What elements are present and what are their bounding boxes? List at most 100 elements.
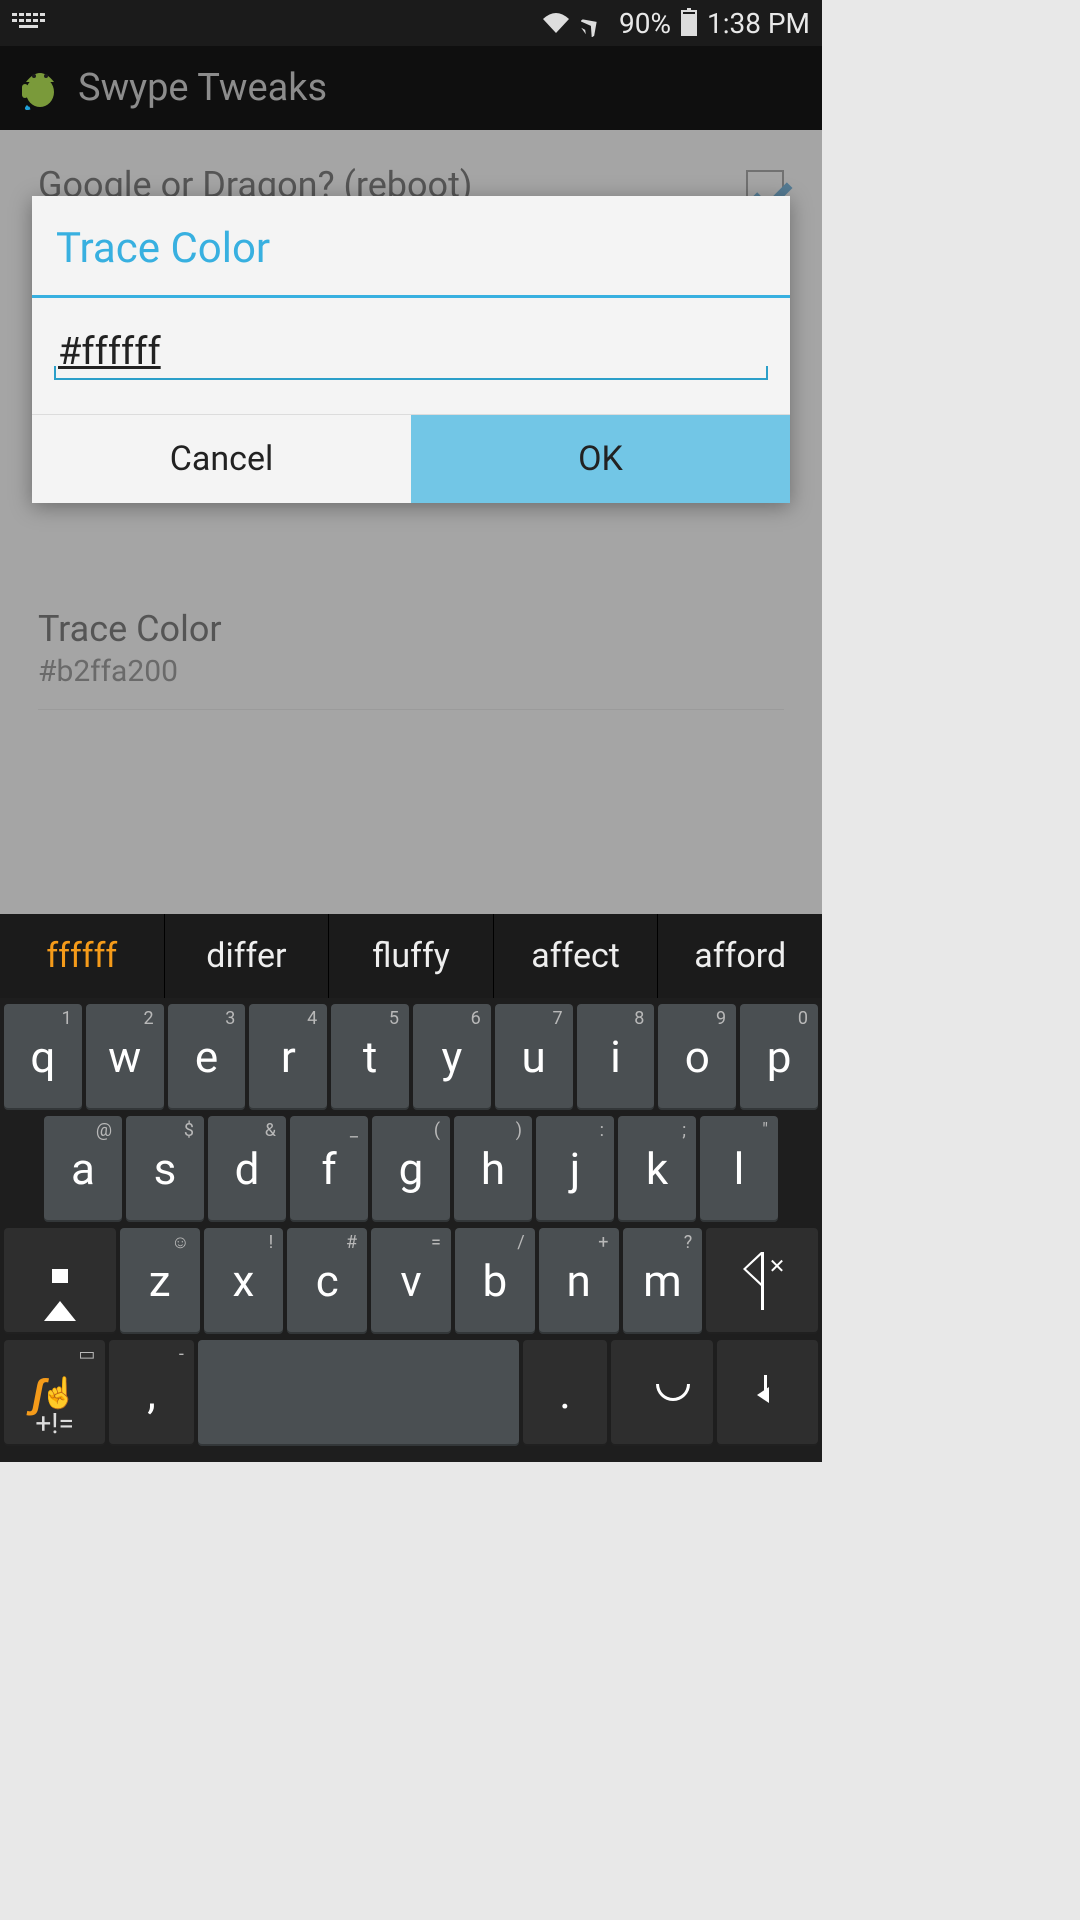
dialog-input-wrap: [54, 328, 768, 380]
battery-percent: 90%: [619, 7, 671, 40]
key-alt-label: ?: [684, 1232, 693, 1253]
key-alt-label: @: [96, 1120, 112, 1141]
key-label: e: [195, 1031, 218, 1083]
soft-keyboard: ffffff differ fluffy affect afford 1q2w3…: [0, 914, 822, 1462]
key-label: c: [316, 1255, 339, 1307]
key-label: b: [482, 1255, 507, 1307]
key-label: v: [400, 1255, 421, 1307]
key-alt-label: #: [346, 1232, 357, 1253]
period-key[interactable]: .: [523, 1340, 607, 1446]
swype-key[interactable]: ▭ ʃ☝ +!=: [4, 1340, 105, 1446]
key-label: y: [441, 1031, 462, 1083]
key-s[interactable]: $s: [126, 1116, 204, 1222]
key-alt-label: 9: [716, 1008, 726, 1029]
app-icon: [18, 62, 62, 114]
recent-apps-icon: ▭: [78, 1344, 95, 1365]
trace-color-dialog: Trace Color Cancel OK: [32, 196, 790, 503]
mic-key[interactable]: [611, 1340, 712, 1446]
key-q[interactable]: 1q: [4, 1004, 82, 1110]
key-l[interactable]: "l: [700, 1116, 778, 1222]
app-title: Swype Tweaks: [78, 66, 327, 110]
key-alt-label: ☺: [171, 1232, 189, 1253]
key-alt-label: (: [434, 1120, 440, 1141]
ok-button[interactable]: OK: [411, 415, 790, 503]
key-alt-label: 4: [307, 1008, 317, 1029]
color-input[interactable]: [58, 330, 764, 374]
comma-label: ,: [147, 1367, 156, 1419]
key-label: x: [233, 1255, 255, 1307]
keyboard-indicator-icon: [12, 13, 46, 33]
key-label: d: [235, 1143, 260, 1195]
suggestion-3[interactable]: affect: [494, 914, 659, 998]
key-alt-label: 8: [634, 1008, 644, 1029]
key-label: s: [154, 1143, 177, 1195]
key-alt-label: 6: [471, 1008, 481, 1029]
key-label: h: [481, 1143, 505, 1195]
key-w[interactable]: 2w: [86, 1004, 164, 1110]
key-label: z: [149, 1255, 171, 1307]
shift-key[interactable]: [4, 1228, 116, 1334]
enter-key[interactable]: [717, 1340, 818, 1446]
key-x[interactable]: !x: [204, 1228, 284, 1334]
dialog-title: Trace Color: [32, 196, 790, 298]
key-label: u: [522, 1031, 546, 1083]
key-o[interactable]: 9o: [658, 1004, 736, 1110]
key-i[interactable]: 8i: [577, 1004, 655, 1110]
key-label: m: [643, 1255, 682, 1307]
status-bar: 90% 1:38 PM: [0, 0, 822, 46]
key-alt-label: :: [600, 1120, 604, 1141]
key-alt-label: ): [516, 1120, 522, 1141]
key-alt-label: _: [350, 1120, 358, 1141]
suggestion-0[interactable]: ffffff: [0, 914, 165, 998]
key-label: q: [30, 1031, 55, 1083]
key-f[interactable]: _f: [290, 1116, 368, 1222]
key-p[interactable]: 0p: [740, 1004, 818, 1110]
key-label: a: [71, 1143, 95, 1195]
key-label: l: [734, 1143, 745, 1195]
key-label: i: [610, 1031, 621, 1083]
comma-key[interactable]: - ,: [109, 1340, 193, 1446]
sym-label: +!=: [35, 1407, 73, 1440]
key-label: t: [363, 1031, 377, 1083]
key-u[interactable]: 7u: [495, 1004, 573, 1110]
space-key[interactable]: [198, 1340, 519, 1446]
key-z[interactable]: ☺z: [120, 1228, 200, 1334]
key-label: g: [399, 1143, 424, 1195]
key-g[interactable]: (g: [372, 1116, 450, 1222]
key-d[interactable]: &d: [208, 1116, 286, 1222]
key-label: k: [646, 1143, 668, 1195]
key-alt-label: &: [265, 1120, 276, 1141]
key-v[interactable]: =v: [371, 1228, 451, 1334]
key-m[interactable]: ?m: [623, 1228, 703, 1334]
key-e[interactable]: 3e: [168, 1004, 246, 1110]
backspace-key[interactable]: [706, 1228, 818, 1334]
suggestion-1[interactable]: differ: [165, 914, 330, 998]
key-j[interactable]: :j: [536, 1116, 614, 1222]
shift-icon: [44, 1249, 76, 1301]
key-a[interactable]: @a: [44, 1116, 122, 1222]
key-alt-label: 7: [552, 1008, 562, 1029]
cancel-button[interactable]: Cancel: [32, 415, 411, 503]
key-alt-label: ;: [682, 1120, 686, 1141]
key-alt-label: $: [184, 1120, 194, 1141]
key-alt-label: !: [269, 1232, 274, 1253]
key-alt-label: 1: [62, 1008, 72, 1029]
key-r[interactable]: 4r: [249, 1004, 327, 1110]
key-n[interactable]: +n: [539, 1228, 619, 1334]
backspace-icon: [761, 1255, 764, 1307]
key-b[interactable]: /b: [455, 1228, 535, 1334]
key-alt-label: 0: [798, 1008, 808, 1029]
suggestion-4[interactable]: afford: [658, 914, 822, 998]
suggestion-2[interactable]: fluffy: [329, 914, 494, 998]
key-c[interactable]: #c: [287, 1228, 367, 1334]
key-alt-label: +: [598, 1232, 608, 1253]
key-alt-label: 5: [389, 1008, 399, 1029]
key-h[interactable]: )h: [454, 1116, 532, 1222]
key-label: w: [108, 1031, 141, 1083]
key-t[interactable]: 5t: [331, 1004, 409, 1110]
key-y[interactable]: 6y: [413, 1004, 491, 1110]
airplane-icon: [581, 9, 609, 37]
period-label: .: [559, 1367, 571, 1419]
key-k[interactable]: ;k: [618, 1116, 696, 1222]
key-alt-label: /: [517, 1232, 524, 1253]
